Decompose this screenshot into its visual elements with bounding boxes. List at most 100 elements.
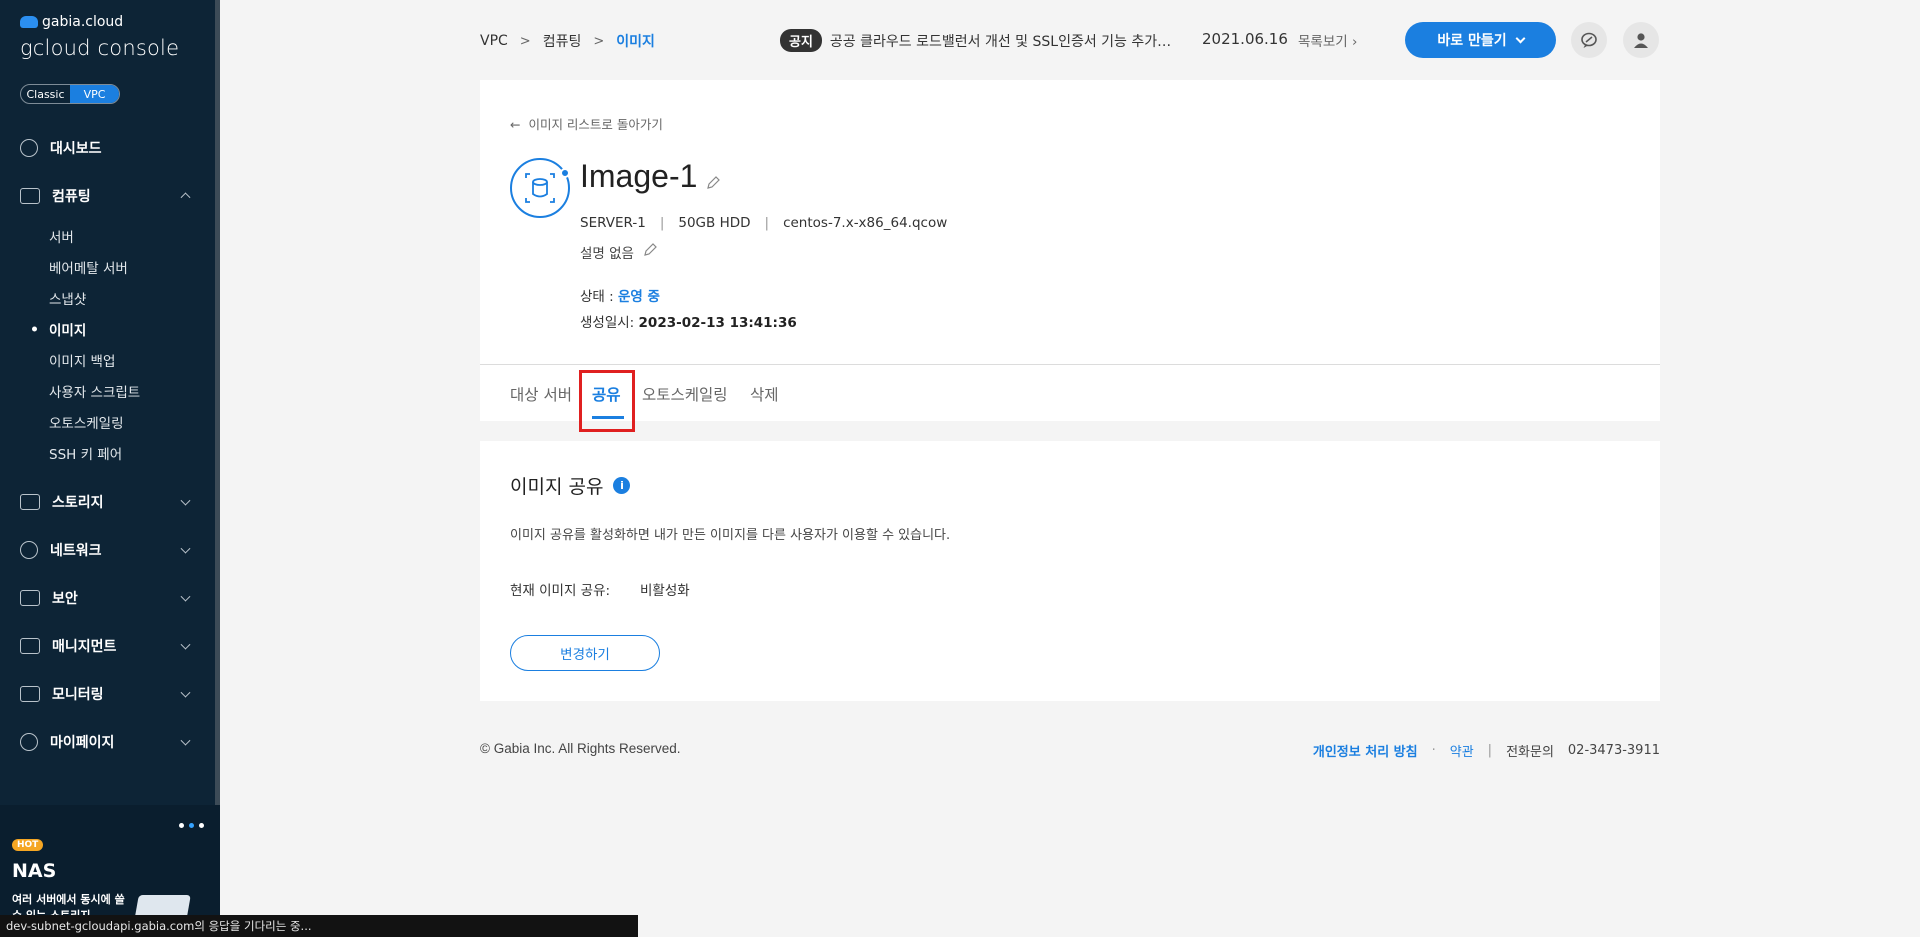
image-name: Image-1 bbox=[580, 158, 698, 194]
sidebar-scrollbar[interactable] bbox=[215, 0, 220, 805]
breadcrumb: VPC > 컴퓨팅 > 이미지 bbox=[480, 31, 655, 51]
notice-badge: 공지 bbox=[780, 29, 822, 52]
sidebar-item-label: 네트워크 bbox=[50, 543, 102, 559]
sidebar-nav: 대시보드 컴퓨팅 서버 베어메탈 서버 스냅샷 이미지 이미지 백업 사용자 스… bbox=[0, 124, 215, 766]
share-status-label: 현재 이미지 공유: bbox=[510, 583, 611, 599]
notice-ticker[interactable]: 공지 공공 클라우드 로드밸런서 개선 및 SSL인증서 기능 추가 안내 bbox=[780, 29, 1175, 52]
mode-toggle[interactable]: Classic VPC bbox=[20, 84, 120, 104]
sidebar-sub-item-image-backup[interactable]: 이미지 백업 bbox=[49, 344, 215, 375]
image-description: 설명 없음 bbox=[580, 242, 634, 262]
spec-separator: | bbox=[764, 215, 770, 231]
tab-target-server[interactable]: 대상 서버 bbox=[510, 383, 572, 405]
sidebar-sub-item-server[interactable]: 서버 bbox=[49, 220, 215, 251]
arrow-left-icon: ← bbox=[510, 117, 521, 132]
share-status-value: 비활성화 bbox=[640, 583, 690, 599]
mode-classic[interactable]: Classic bbox=[21, 85, 70, 103]
brand-name[interactable]: gcloud console bbox=[20, 36, 179, 60]
phone-number: 02-3473-3911 bbox=[1567, 743, 1660, 758]
breadcrumb-vpc[interactable]: VPC bbox=[480, 33, 508, 49]
promo-title: NAS bbox=[12, 860, 57, 882]
computing-submenu: 서버 베어메탈 서버 스냅샷 이미지 이미지 백업 사용자 스크립트 오토스케일… bbox=[0, 220, 215, 468]
notice-text[interactable]: 공공 클라우드 로드밸런서 개선 및 SSL인증서 기능 추가 안내 bbox=[830, 31, 1175, 51]
sidebar-item-label: 마이페이지 bbox=[50, 735, 115, 751]
chevron-down-icon bbox=[180, 687, 191, 698]
sidebar-item-mypage[interactable]: 마이페이지 bbox=[0, 718, 215, 766]
sidebar-sub-item-baremetal[interactable]: 베어메탈 서버 bbox=[49, 251, 215, 282]
notice-date: 2021.06.16 bbox=[1202, 30, 1288, 48]
sidebar-item-storage[interactable]: 스토리지 bbox=[0, 478, 215, 526]
chat-button[interactable] bbox=[1571, 22, 1607, 58]
breadcrumb-current: 이미지 bbox=[616, 34, 655, 50]
sidebar-item-label: 보안 bbox=[52, 591, 78, 607]
image-share-card: 이미지 공유 i 이미지 공유를 활성화하면 내가 만든 이미지를 다른 사용자… bbox=[480, 441, 1660, 701]
share-title-text: 이미지 공유 bbox=[510, 476, 604, 498]
footer-copyright: © Gabia Inc. All Rights Reserved. bbox=[480, 741, 681, 756]
sidebar-sub-item-user-script[interactable]: 사용자 스크립트 bbox=[49, 375, 215, 406]
edit-description-icon[interactable] bbox=[643, 243, 657, 257]
sidebar-item-network[interactable]: 네트워크 bbox=[0, 526, 215, 574]
breadcrumb-separator-icon: > bbox=[593, 33, 605, 49]
created-label: 생성일시: bbox=[580, 315, 639, 331]
sidebar-item-label: 모니터링 bbox=[52, 687, 104, 703]
profile-button[interactable] bbox=[1623, 22, 1659, 58]
status-dot bbox=[560, 168, 570, 178]
sidebar-sub-item-autoscaling[interactable]: 오토스케일링 bbox=[49, 406, 215, 437]
chevron-up-icon bbox=[180, 192, 191, 203]
back-to-list-label: 이미지 리스트로 돌아가기 bbox=[528, 117, 663, 132]
sidebar-item-label: 매니지먼트 bbox=[52, 639, 117, 655]
notice-list-link[interactable]: 목록보기 › bbox=[1298, 30, 1357, 50]
chevron-down-icon bbox=[180, 639, 191, 650]
image-created: 생성일시: 2023-02-13 13:41:36 bbox=[580, 311, 797, 331]
mode-vpc[interactable]: VPC bbox=[70, 85, 119, 103]
edit-name-icon[interactable] bbox=[706, 176, 720, 190]
sidebar-item-security[interactable]: 보안 bbox=[0, 574, 215, 622]
back-to-list-link[interactable]: ← 이미지 리스트로 돌아가기 bbox=[510, 114, 663, 133]
sidebar-item-label: 스토리지 bbox=[52, 495, 104, 511]
network-icon bbox=[20, 541, 38, 559]
user-icon bbox=[20, 733, 38, 751]
brand-logo[interactable]: gabia.cloud bbox=[20, 14, 123, 30]
sidebar-item-dashboard[interactable]: 대시보드 bbox=[0, 124, 215, 172]
terms-link[interactable]: 약관 bbox=[1450, 741, 1474, 760]
chevron-down-icon bbox=[180, 735, 191, 746]
created-value: 2023-02-13 13:41:36 bbox=[638, 315, 797, 331]
footer-dot-separator: · bbox=[1431, 743, 1436, 758]
sidebar-item-computing[interactable]: 컴퓨팅 bbox=[0, 172, 215, 220]
management-icon bbox=[20, 638, 40, 654]
breadcrumb-separator-icon: > bbox=[519, 33, 531, 49]
change-share-button[interactable]: 변경하기 bbox=[510, 635, 660, 671]
chevron-down-icon bbox=[180, 543, 191, 554]
carousel-dot[interactable] bbox=[179, 823, 184, 828]
sidebar-item-label: 대시보드 bbox=[50, 141, 102, 157]
breadcrumb-computing[interactable]: 컴퓨팅 bbox=[543, 31, 582, 51]
tab-highlight-box bbox=[579, 370, 635, 432]
info-icon[interactable]: i bbox=[613, 477, 631, 494]
storage-icon bbox=[20, 494, 40, 510]
state-label: 상태 : bbox=[580, 289, 618, 305]
image-os-file: centos-7.x-x86_64.qcow bbox=[783, 215, 948, 231]
shield-icon bbox=[20, 590, 40, 606]
footer-links: 개인정보 처리 방침 · 약관 | 전화문의 02-3473-3911 bbox=[1313, 741, 1660, 760]
notice-list-label: 목록보기 bbox=[1298, 34, 1348, 50]
carousel-dots[interactable] bbox=[179, 823, 204, 828]
image-state: 상태 : 운영 중 bbox=[580, 285, 660, 305]
footer-bar-separator: | bbox=[1487, 743, 1493, 758]
tab-delete[interactable]: 삭제 bbox=[750, 383, 779, 405]
carousel-dot[interactable] bbox=[199, 823, 204, 828]
quick-create-button[interactable]: 바로 만들기 bbox=[1405, 22, 1556, 58]
tab-autoscaling[interactable]: 오토스케일링 bbox=[642, 383, 728, 405]
carousel-dot-active[interactable] bbox=[189, 823, 194, 828]
image-disk: 50GB HDD bbox=[678, 215, 751, 231]
sidebar-sub-item-ssh-key[interactable]: SSH 키 페어 bbox=[49, 437, 215, 468]
sidebar-item-label: 컴퓨팅 bbox=[52, 189, 91, 205]
sidebar-sub-item-image[interactable]: 이미지 bbox=[49, 313, 215, 344]
sidebar-item-monitoring[interactable]: 모니터링 bbox=[0, 670, 215, 718]
chat-icon bbox=[1581, 32, 1597, 48]
privacy-policy-link[interactable]: 개인정보 처리 방침 bbox=[1313, 741, 1418, 760]
sidebar-item-management[interactable]: 매니지먼트 bbox=[0, 622, 215, 670]
image-description-text: 설명 없음 bbox=[580, 246, 634, 262]
share-section-title: 이미지 공유 i bbox=[510, 472, 631, 499]
tabs-divider bbox=[480, 364, 1660, 365]
database-icon bbox=[525, 173, 555, 203]
sidebar-sub-item-snapshot[interactable]: 스냅샷 bbox=[49, 282, 215, 313]
